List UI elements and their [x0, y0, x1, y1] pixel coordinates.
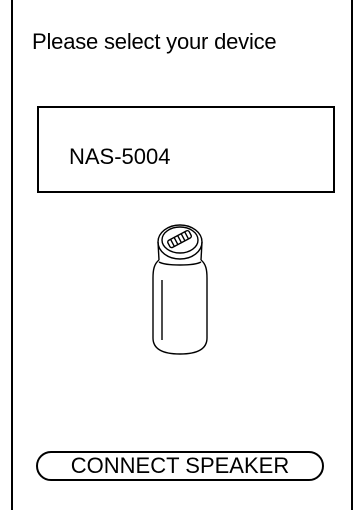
device-name: NAS-5004 — [69, 144, 171, 169]
device-list-item[interactable]: NAS-5004 — [37, 106, 335, 193]
speaker-icon — [152, 224, 208, 355]
connect-speaker-button[interactable]: CONNECT SPEAKER — [36, 451, 324, 481]
page-title: Please select your device — [32, 29, 277, 54]
